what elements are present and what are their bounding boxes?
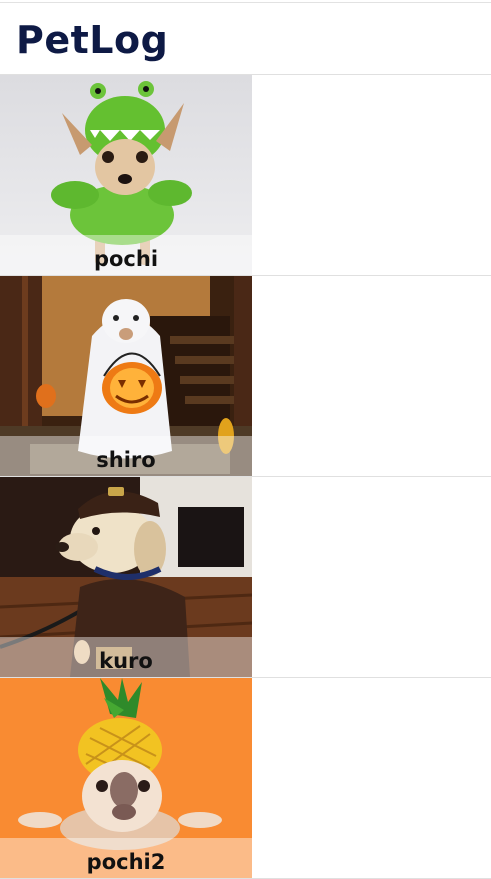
pet-name-label: shiro bbox=[96, 448, 156, 472]
pet-card-kuro[interactable]: kuro bbox=[0, 477, 252, 677]
pet-row: shiro bbox=[0, 276, 491, 477]
pet-row: kuro bbox=[0, 477, 491, 678]
pet-row: pochi bbox=[0, 75, 491, 276]
pet-row: pochi2 bbox=[0, 678, 491, 879]
pet-list: pochi shiro kuro pochi2 bbox=[0, 75, 491, 879]
pet-name-label: pochi2 bbox=[86, 850, 166, 874]
app-title: PetLog bbox=[16, 18, 169, 62]
pet-card-pochi[interactable]: pochi bbox=[0, 75, 252, 275]
pet-card-shiro[interactable]: shiro bbox=[0, 276, 252, 476]
pet-card-pochi2[interactable]: pochi2 bbox=[0, 678, 252, 878]
app-header: PetLog bbox=[0, 3, 491, 74]
pet-name-label: pochi bbox=[93, 247, 159, 271]
pet-name-label: kuro bbox=[99, 649, 153, 673]
